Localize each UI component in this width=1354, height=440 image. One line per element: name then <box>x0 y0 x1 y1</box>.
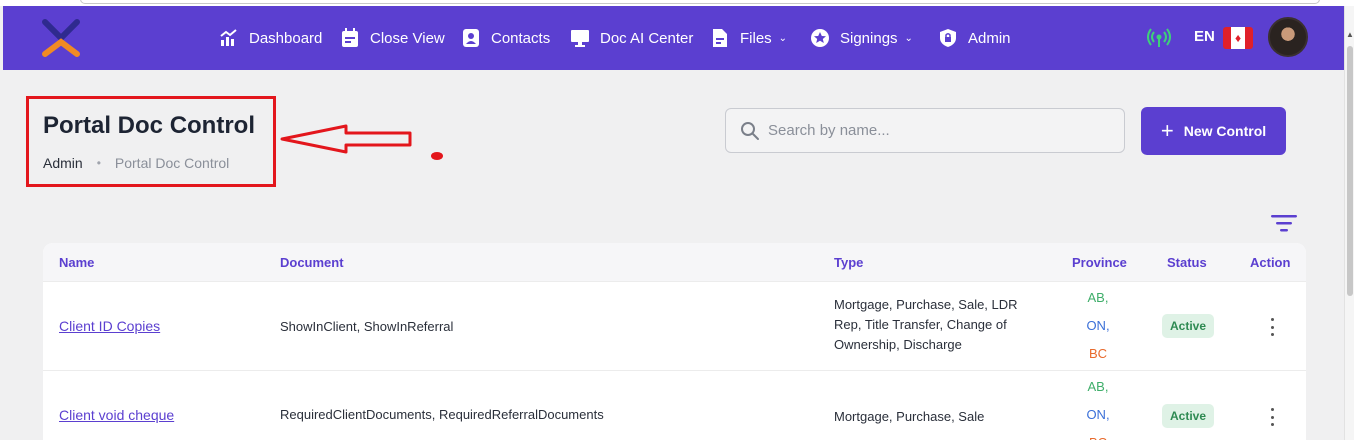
nav-admin-label: Admin <box>968 29 1011 47</box>
new-control-label: New Control <box>1183 123 1267 139</box>
annotation-arrow-icon <box>280 124 412 154</box>
maple-leaf-icon: ♦ <box>1231 27 1245 49</box>
nav-files-label: Files <box>740 29 772 47</box>
scroll-up-icon[interactable]: ▲ <box>1346 30 1354 39</box>
table-header: Name Document Type Province Status Actio… <box>43 243 1306 281</box>
browser-address-bar[interactable] <box>80 0 1320 4</box>
canada-flag-icon[interactable]: ♦ <box>1223 27 1253 49</box>
new-control-button[interactable]: + New Control <box>1141 107 1286 155</box>
row-type: Mortgage, Purchase, Sale, LDR Rep, Title… <box>834 297 1018 352</box>
nav-doc-ai-center[interactable]: Doc AI Center <box>570 26 693 50</box>
top-navbar: Dashboard Close View Contacts Doc AI Cen… <box>3 6 1344 70</box>
nav-signings-label: Signings <box>840 29 898 47</box>
province-ab: AB, <box>1087 290 1109 305</box>
nav-close-view-label: Close View <box>370 29 445 47</box>
calendar-icon <box>340 28 360 48</box>
monitor-icon <box>570 28 590 48</box>
language-selector[interactable]: EN <box>1194 28 1215 45</box>
row-document: ShowInClient, ShowInReferral <box>280 319 454 334</box>
column-header-province[interactable]: Province <box>1072 255 1127 270</box>
user-avatar[interactable] <box>1268 17 1308 57</box>
star-badge-icon <box>810 28 830 48</box>
column-header-name[interactable]: Name <box>59 255 94 270</box>
row-name-link[interactable]: Client ID Copies <box>59 318 160 334</box>
row-type: Mortgage, Purchase, Sale <box>834 409 985 424</box>
nav-signings[interactable]: Signings ⌄ <box>810 26 913 50</box>
search-icon <box>741 121 759 140</box>
chevron-down-icon: ⌄ <box>904 32 913 44</box>
province-on: ON, <box>1086 318 1110 333</box>
nav-close-view[interactable]: Close View <box>340 26 445 50</box>
nav-dashboard[interactable]: Dashboard <box>219 26 322 50</box>
table-row: Client void cheque RequiredClientDocumen… <box>43 370 1306 440</box>
scrollbar-thumb[interactable] <box>1347 46 1353 296</box>
nav-dashboard-label: Dashboard <box>249 29 323 47</box>
page-scrollbar[interactable]: ▲ <box>1344 6 1354 440</box>
chart-icon <box>219 28 239 48</box>
controls-table: Name Document Type Province Status Actio… <box>43 243 1306 440</box>
row-provinces: AB, ON, BC <box>1068 284 1128 368</box>
column-header-document[interactable]: Document <box>280 255 344 270</box>
filter-icon[interactable] <box>1270 212 1298 234</box>
column-header-action: Action <box>1250 255 1291 270</box>
province-on: ON, <box>1086 407 1110 422</box>
annotation-dot <box>431 152 443 160</box>
province-bc: BC <box>1088 346 1108 361</box>
search-input[interactable] <box>768 122 1098 139</box>
row-name-link[interactable]: Client void cheque <box>59 407 174 423</box>
row-provinces: AB, ON, BC <box>1068 373 1128 440</box>
row-document: RequiredClientDocuments, RequiredReferra… <box>280 407 604 422</box>
status-badge: Active <box>1162 314 1215 338</box>
column-header-type[interactable]: Type <box>834 255 863 270</box>
search-box[interactable] <box>725 108 1125 153</box>
province-bc: BC <box>1068 429 1128 440</box>
lock-shield-icon <box>938 28 958 48</box>
province-ab: AB, <box>1087 379 1109 394</box>
file-icon <box>710 28 730 48</box>
chevron-down-icon: ⌄ <box>778 32 788 44</box>
nav-admin[interactable]: Admin <box>938 26 1011 50</box>
row-actions-menu-icon[interactable] <box>1266 318 1278 336</box>
row-actions-menu-icon[interactable] <box>1266 408 1278 426</box>
contact-card-icon <box>461 28 481 48</box>
brand-logo[interactable] <box>41 18 81 58</box>
nav-doc-ai-center-label: Doc AI Center <box>600 29 694 47</box>
table-row: Client ID Copies ShowInClient, ShowInRef… <box>43 281 1306 370</box>
nav-files[interactable]: Files ⌄ <box>710 26 787 50</box>
column-header-status[interactable]: Status <box>1167 255 1207 270</box>
nav-contacts-label: Contacts <box>491 29 551 47</box>
plus-icon: + <box>1160 118 1174 143</box>
signal-icon <box>1147 28 1171 47</box>
nav-contacts[interactable]: Contacts <box>461 26 550 50</box>
status-badge: Active <box>1162 404 1215 428</box>
annotation-highlight-box <box>26 96 276 187</box>
